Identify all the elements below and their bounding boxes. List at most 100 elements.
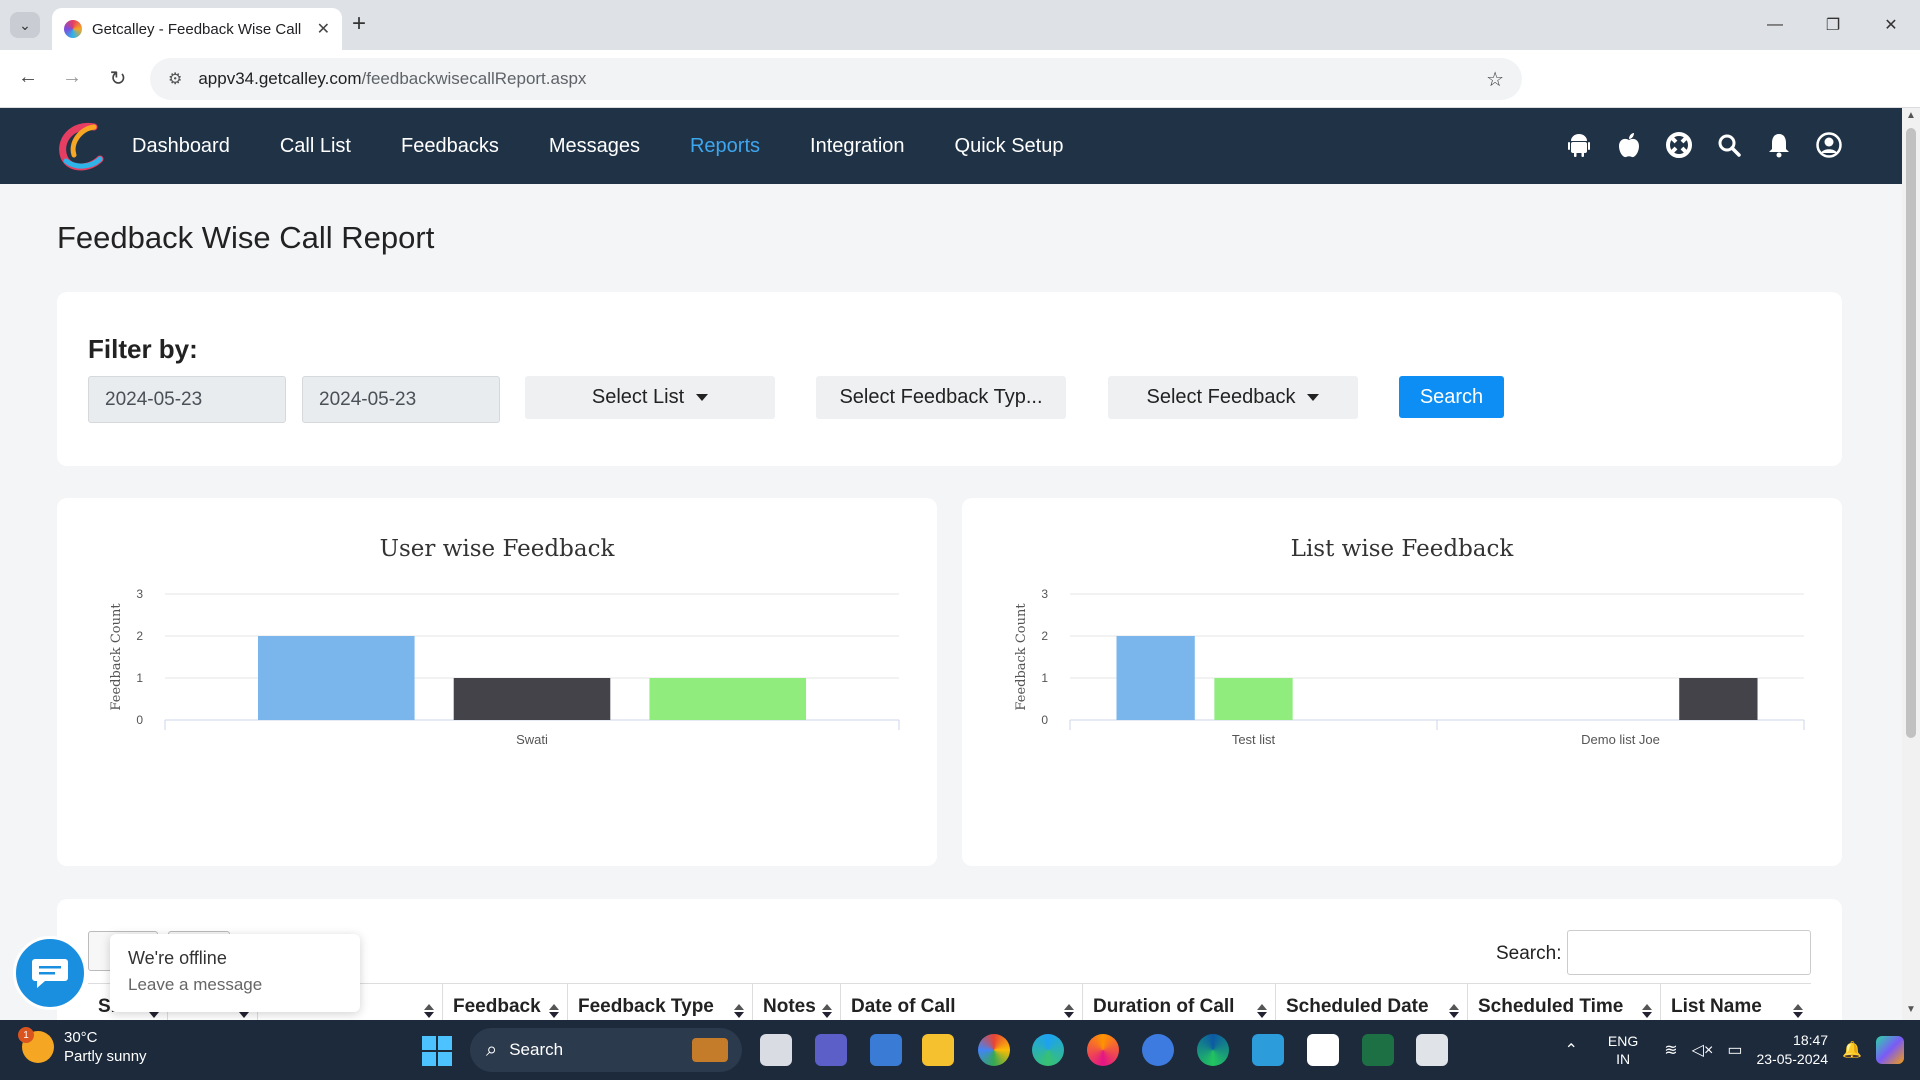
chat-offline-popup[interactable]: We're offline Leave a message bbox=[110, 934, 360, 1012]
y-tick-label: 1 bbox=[1041, 671, 1048, 685]
bar[interactable] bbox=[1116, 636, 1195, 720]
firefox-icon[interactable] bbox=[1087, 1034, 1119, 1066]
sort-icon[interactable] bbox=[822, 1004, 832, 1020]
url-host: appv34.getcalley.com bbox=[198, 69, 362, 88]
notepad-icon[interactable] bbox=[1252, 1034, 1284, 1066]
list-wise-feedback-chart-card: List wise Feedback 0 1 2 3 Feedback Count Tes… bbox=[962, 498, 1842, 866]
scroll-thumb[interactable] bbox=[1906, 128, 1916, 738]
tab-search-button[interactable]: ⌄ bbox=[10, 12, 40, 38]
y-axis-label: Feedback Count bbox=[109, 603, 124, 711]
edge-dev-icon[interactable] bbox=[1197, 1034, 1229, 1066]
edge-icon[interactable] bbox=[1032, 1034, 1064, 1066]
tab-title: Getcalley - Feedback Wise Call bbox=[92, 20, 302, 38]
reload-button[interactable]: ↻ bbox=[104, 66, 132, 91]
bar[interactable] bbox=[1214, 678, 1293, 720]
language-indicator[interactable]: ENG IN bbox=[1608, 1032, 1638, 1068]
notification-icon[interactable]: 🔔 bbox=[1842, 1040, 1862, 1060]
list-wise-feedback-chart: 0 1 2 3 Feedback Count Test list Demo list Joe bbox=[1014, 587, 1805, 747]
page-scrollbar[interactable]: ▲ ▼ bbox=[1902, 108, 1920, 1020]
bookmark-star-icon[interactable]: ☆ bbox=[1486, 67, 1504, 92]
task-view-icon[interactable] bbox=[760, 1034, 792, 1066]
close-tab-icon[interactable]: ✕ bbox=[317, 19, 330, 39]
filter-label: Filter by: bbox=[88, 334, 198, 364]
nav-messages[interactable]: Messages bbox=[549, 135, 640, 158]
notion-icon[interactable] bbox=[1307, 1034, 1339, 1066]
bar[interactable] bbox=[453, 678, 611, 720]
sort-icon[interactable] bbox=[1257, 1004, 1267, 1020]
back-button[interactable]: ← bbox=[14, 66, 42, 89]
app-header: Dashboard Call List Feedbacks Messages R… bbox=[0, 108, 1902, 184]
teams-new-icon[interactable] bbox=[870, 1034, 902, 1066]
android-icon[interactable] bbox=[1566, 130, 1592, 160]
window-controls: — ❐ ✕ bbox=[1746, 0, 1920, 50]
sort-icon[interactable] bbox=[549, 1004, 559, 1020]
nav-dashboard[interactable]: Dashboard bbox=[132, 135, 230, 158]
temperature: 30°C bbox=[64, 1029, 98, 1046]
clock[interactable]: 18:47 23-05-2024 bbox=[1756, 1031, 1828, 1069]
wifi-icon[interactable]: ≋ bbox=[1664, 1040, 1677, 1060]
search-button[interactable]: Search bbox=[1399, 376, 1504, 418]
weather-badge: 1 bbox=[18, 1027, 34, 1043]
minimize-button[interactable]: — bbox=[1746, 0, 1804, 50]
battery-icon[interactable]: ▭ bbox=[1727, 1040, 1742, 1060]
file-explorer-icon[interactable] bbox=[922, 1034, 954, 1066]
search-icon[interactable] bbox=[1716, 130, 1742, 160]
weather-widget[interactable]: 1 30°C Partly sunny bbox=[18, 1027, 147, 1066]
bar[interactable] bbox=[1679, 678, 1758, 720]
nav-feedbacks[interactable]: Feedbacks bbox=[401, 135, 499, 158]
nav-call-list[interactable]: Call List bbox=[280, 135, 351, 158]
user-wise-feedback-chart: 0 1 2 3 Feedback Count Swati bbox=[109, 587, 900, 747]
user-account-icon[interactable] bbox=[1816, 130, 1842, 160]
sort-icon[interactable] bbox=[1064, 1004, 1074, 1020]
sort-icon[interactable] bbox=[1449, 1004, 1459, 1020]
select-feedback-type-dropdown[interactable]: Select Feedback Typ... bbox=[816, 376, 1066, 419]
user-wise-feedback-chart-card: User wise Feedback 0 1 2 3 Feedback Count Swa… bbox=[57, 498, 937, 866]
date-from-input[interactable]: 2024-05-23 bbox=[88, 376, 286, 423]
chrome-icon[interactable] bbox=[978, 1034, 1010, 1066]
browser-toolbar: ← → ↻ ⚙ appv34.getcalley.com/feedbackwis… bbox=[0, 50, 1920, 144]
sort-icon[interactable] bbox=[1642, 1004, 1652, 1020]
close-window-button[interactable]: ✕ bbox=[1862, 0, 1920, 50]
settings-app-icon[interactable] bbox=[1142, 1034, 1174, 1066]
nav-reports[interactable]: Reports bbox=[690, 135, 760, 158]
select-feedback-dropdown[interactable]: Select Feedback bbox=[1108, 376, 1358, 419]
browser-tab[interactable]: Getcalley - Feedback Wise Call ✕ bbox=[52, 8, 342, 50]
table-search-input[interactable] bbox=[1567, 930, 1811, 975]
date-to-input[interactable]: 2024-05-23 bbox=[302, 376, 500, 423]
sort-icon[interactable] bbox=[1793, 1004, 1803, 1020]
scroll-down-arrow-icon[interactable]: ▼ bbox=[1906, 1004, 1916, 1015]
support-lifebuoy-icon[interactable] bbox=[1666, 130, 1692, 160]
forward-button[interactable]: → bbox=[58, 66, 86, 89]
scroll-up-arrow-icon[interactable]: ▲ bbox=[1906, 110, 1916, 121]
sort-icon[interactable] bbox=[734, 1004, 744, 1020]
chat-launcher-button[interactable] bbox=[13, 936, 87, 1010]
page-title: Feedback Wise Call Report bbox=[57, 220, 435, 255]
excel-icon[interactable] bbox=[1362, 1034, 1394, 1066]
teams-icon[interactable] bbox=[815, 1034, 847, 1066]
nav-quick-setup[interactable]: Quick Setup bbox=[955, 135, 1064, 158]
site-info-icon[interactable]: ⚙ bbox=[168, 69, 182, 89]
copilot-icon[interactable] bbox=[1876, 1036, 1904, 1064]
address-bar[interactable]: ⚙ appv34.getcalley.com/feedbackwisecallR… bbox=[150, 58, 1522, 100]
notification-bell-icon[interactable] bbox=[1766, 130, 1792, 160]
new-tab-button[interactable]: + bbox=[352, 12, 366, 36]
show-hidden-icons-icon[interactable]: ⌃ bbox=[1565, 1040, 1578, 1060]
date: 23-05-2024 bbox=[1756, 1051, 1829, 1067]
sort-icon[interactable] bbox=[424, 1004, 434, 1020]
select-feedback-label: Select Feedback bbox=[1146, 386, 1296, 408]
calley-logo[interactable] bbox=[54, 119, 108, 173]
select-list-dropdown[interactable]: Select List bbox=[525, 376, 775, 419]
y-tick-label: 3 bbox=[1041, 587, 1048, 601]
snipping-tool-icon[interactable] bbox=[1416, 1034, 1448, 1066]
apple-icon[interactable] bbox=[1616, 130, 1642, 160]
table-search-label: Search: bbox=[1496, 943, 1562, 964]
start-menu-button[interactable] bbox=[422, 1036, 452, 1066]
restore-button[interactable]: ❐ bbox=[1804, 0, 1862, 50]
taskbar-search[interactable]: ⌕ Search bbox=[470, 1028, 742, 1072]
bar[interactable] bbox=[649, 678, 807, 720]
chart-title: List wise Feedback bbox=[1290, 536, 1514, 562]
volume-muted-icon[interactable]: ◁× bbox=[1692, 1040, 1714, 1060]
nav-integration[interactable]: Integration bbox=[810, 135, 905, 158]
bar[interactable] bbox=[257, 636, 415, 720]
search-icon: ⌕ bbox=[486, 1038, 498, 1061]
